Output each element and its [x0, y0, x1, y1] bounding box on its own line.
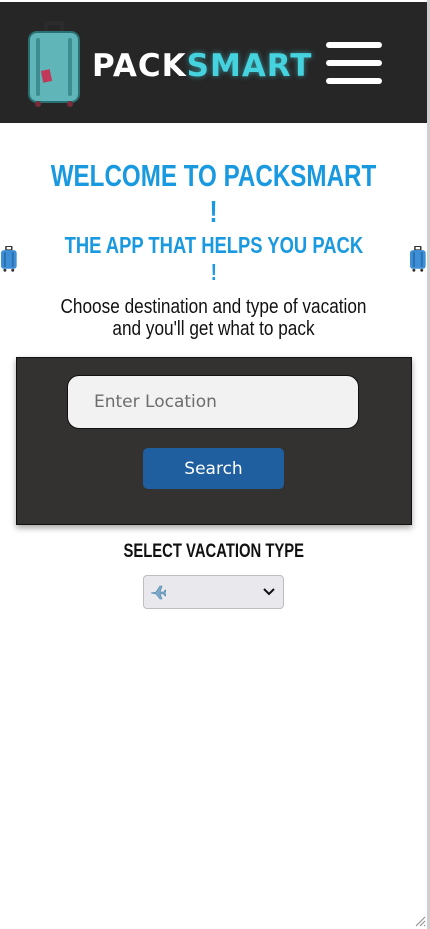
chevron-down-icon — [263, 588, 275, 596]
search-panel: Search — [16, 357, 412, 525]
brand-pack: PACK — [92, 48, 187, 84]
vacation-type-label: SELECT VACATION TYPE — [0, 541, 427, 563]
instructions-text: Choose destination and type of vacation … — [30, 296, 397, 340]
welcome-title: WELCOME TO PACKSMART ! — [50, 158, 377, 229]
hamburger-menu-icon[interactable] — [326, 42, 382, 84]
brand-smart: SMART — [186, 48, 313, 84]
resize-grip-icon[interactable] — [414, 915, 426, 927]
luggage-icon — [0, 246, 17, 272]
airplane-icon — [150, 585, 166, 600]
vacation-type-label-text: SELECT VACATION TYPE — [123, 541, 304, 562]
brand-logo-text: PACKSMART — [92, 46, 312, 86]
location-input[interactable] — [67, 375, 359, 429]
tagline-text: THE APP THAT HELPS YOU PACK ! — [64, 232, 363, 285]
luggage-icon — [410, 246, 427, 272]
page-frame: PACKSMART WELCOME TO PACKSMART ! THE APP… — [0, 0, 430, 929]
app-header: PACKSMART — [0, 2, 427, 123]
vacation-type-select[interactable] — [143, 575, 284, 609]
tagline: THE APP THAT HELPS YOU PACK ! — [0, 232, 427, 286]
search-button[interactable]: Search — [143, 448, 284, 489]
suitcase-icon — [28, 21, 80, 107]
instructions-label: Choose destination and type of vacation … — [60, 296, 367, 340]
